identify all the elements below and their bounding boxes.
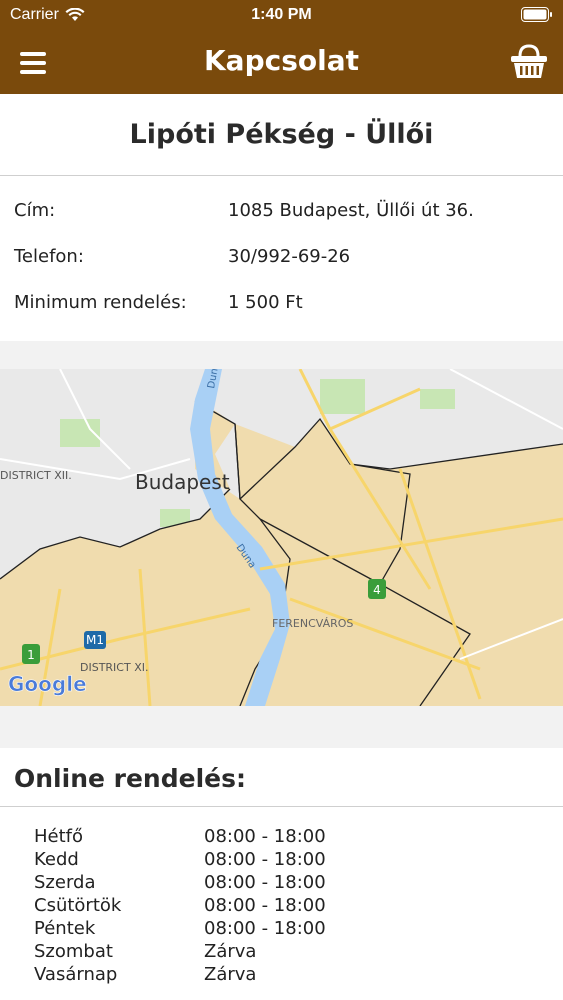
map-label-district-11: DISTRICT XI. [80, 661, 148, 674]
hours-time: 08:00 - 18:00 [204, 918, 326, 939]
page-title: Kapcsolat [203, 44, 359, 77]
hours-row: Szerda 08:00 - 18:00 [0, 872, 563, 895]
minimum-order-row: Minimum rendelés: 1 500 Ft [14, 292, 303, 313]
basket-icon [511, 44, 547, 78]
map-label-city: Budapest [135, 470, 230, 494]
svg-text:M1: M1 [86, 633, 104, 647]
address-value: 1085 Budapest, Üllői út 36. [228, 200, 474, 221]
hours-day: Hétfő [34, 826, 84, 847]
svg-text:1: 1 [27, 648, 35, 662]
hours-time: Zárva [204, 964, 257, 985]
phone-row: Telefon: 30/992-69-26 [14, 246, 350, 267]
phone-label: Telefon: [14, 246, 84, 267]
route-1-badge: 1 [22, 644, 40, 664]
hours-day: Szerda [34, 872, 96, 893]
status-bar: Carrier 1:40 PM [0, 0, 563, 30]
shop-name-text: Lipóti Pékség - Üllői [129, 119, 434, 150]
svg-text:4: 4 [373, 583, 381, 597]
opening-hours-list: Hétfő 08:00 - 18:00 Kedd 08:00 - 18:00 S… [0, 826, 563, 987]
hours-time: 08:00 - 18:00 [204, 849, 326, 870]
hours-time: 08:00 - 18:00 [204, 872, 326, 893]
status-time: 1:40 PM [251, 6, 312, 23]
hours-day: Csütörtök [34, 895, 122, 916]
hours-time: 08:00 - 18:00 [204, 895, 326, 916]
shop-name: Lipóti Pékség - Üllői [0, 94, 563, 176]
cart-button[interactable] [509, 42, 549, 82]
online-order-title: Online rendelés: [14, 764, 246, 793]
hours-row: Vasárnap Zárva [0, 964, 563, 987]
map-canvas: M1 1 4 Budapest DISTRICT XII. DISTRICT X… [0, 369, 563, 706]
separator [0, 341, 563, 369]
shop-info: Cím: 1085 Budapest, Üllői út 36. Telefon… [0, 177, 563, 341]
map-label-ferencvaros: FERENCVÁROS [272, 617, 353, 630]
m1-route-badge: M1 [84, 631, 106, 649]
hours-day: Kedd [34, 849, 79, 870]
online-order-header: Online rendelés: [0, 748, 563, 807]
hours-row: Szombat Zárva [0, 941, 563, 964]
battery-icon [521, 7, 552, 22]
hours-day: Szombat [34, 941, 113, 962]
hours-row: Hétfő 08:00 - 18:00 [0, 826, 563, 849]
route-4-badge: 4 [368, 579, 386, 599]
separator [0, 706, 563, 748]
address-label: Cím: [14, 200, 56, 221]
google-logo: Google [8, 672, 87, 696]
hours-row: Péntek 08:00 - 18:00 [0, 918, 563, 941]
hours-row: Kedd 08:00 - 18:00 [0, 849, 563, 872]
hours-time: Zárva [204, 941, 257, 962]
hours-row: Csütörtök 08:00 - 18:00 [0, 895, 563, 918]
hours-day: Vasárnap [34, 964, 118, 985]
hours-time: 08:00 - 18:00 [204, 826, 326, 847]
address-row: Cím: 1085 Budapest, Üllői út 36. [14, 200, 474, 221]
minimum-order-value: 1 500 Ft [228, 292, 303, 313]
phone-value[interactable]: 30/992-69-26 [228, 246, 350, 267]
map-label-district-12: DISTRICT XII. [0, 469, 72, 482]
hours-day: Péntek [34, 918, 96, 939]
park-area [420, 389, 455, 409]
park-area [320, 379, 365, 414]
map-view[interactable]: M1 1 4 Budapest DISTRICT XII. DISTRICT X… [0, 369, 563, 706]
minimum-order-label: Minimum rendelés: [14, 292, 187, 313]
nav-bar: Kapcsolat [0, 30, 563, 94]
